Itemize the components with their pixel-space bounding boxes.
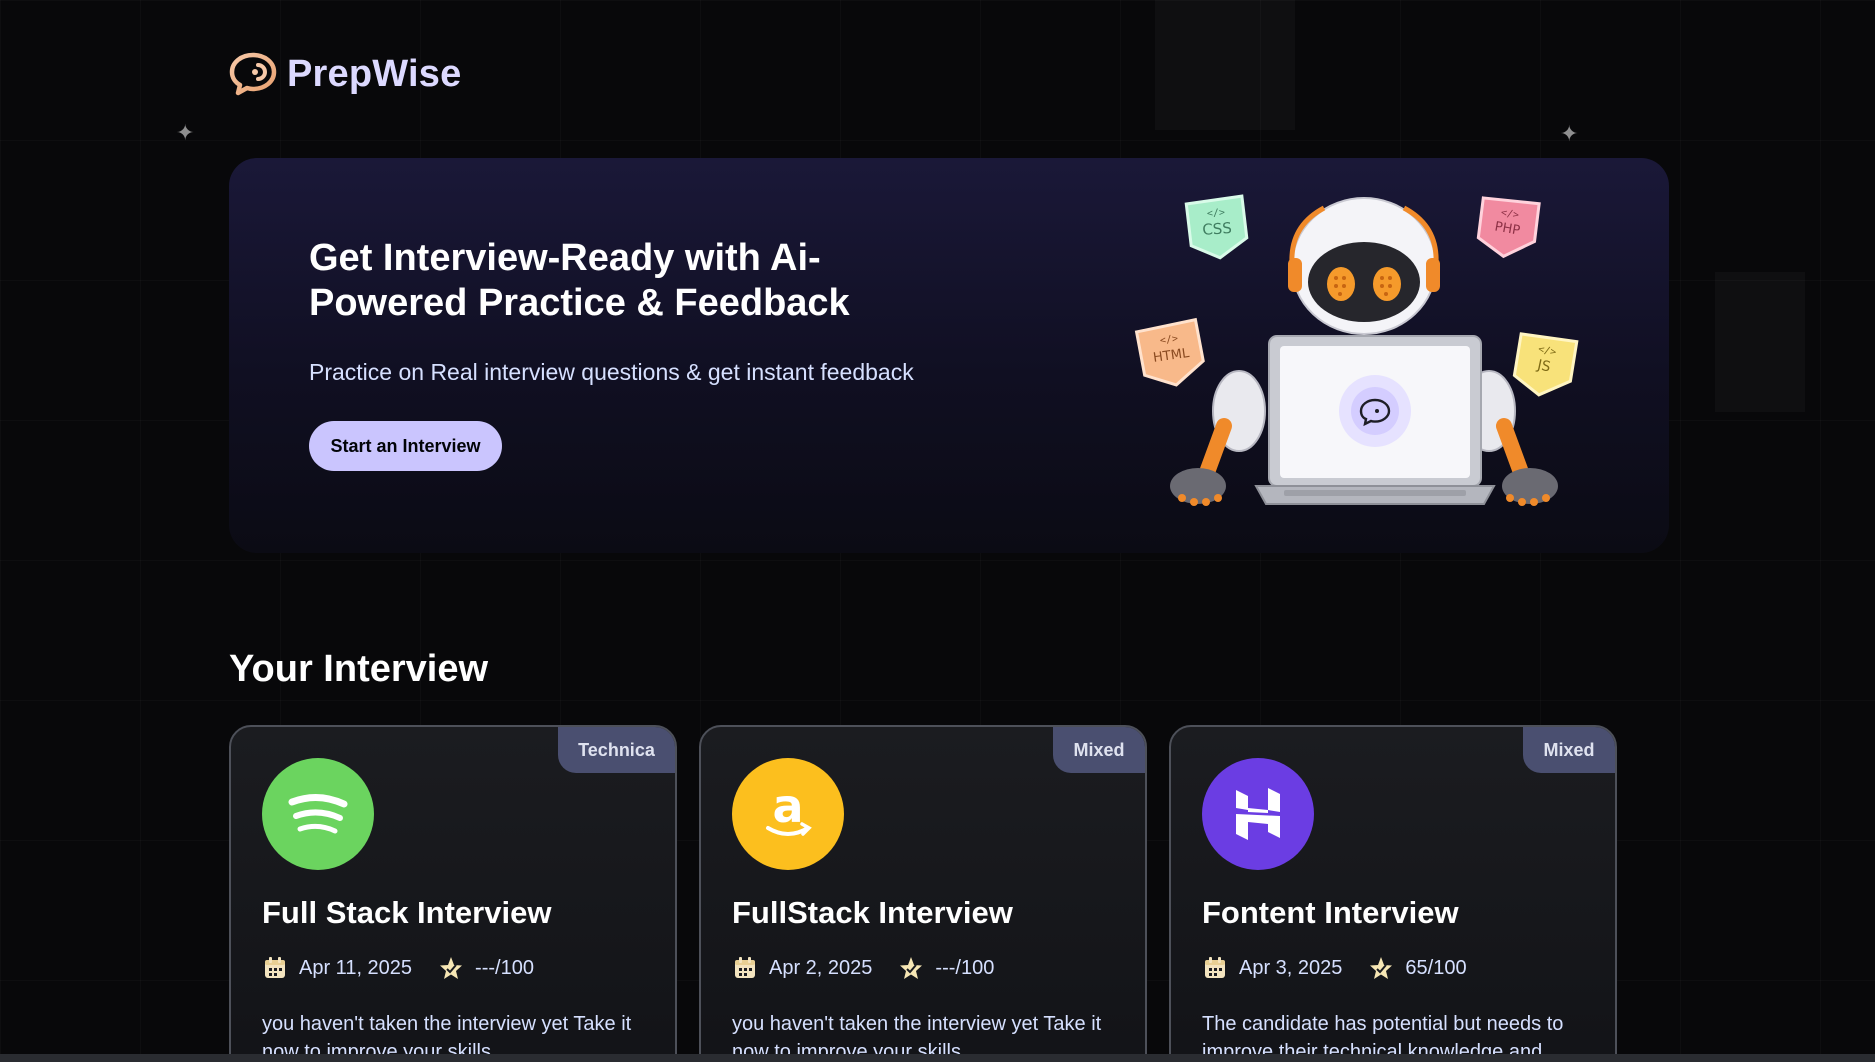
calendar-icon [735,957,755,978]
section-title: Your Interview [229,648,489,690]
window-bottom-edge [0,1054,1875,1062]
hero-subtitle: Practice on Real interview questions & g… [309,359,914,385]
calendar-icon [1205,957,1225,978]
css-badge-icon: </> CSS [1184,194,1249,260]
interview-score: ---/100 [475,956,534,979]
svg-text:a: a [772,782,803,833]
html-badge-icon: </> HTML [1134,317,1205,387]
sparkle-icon: ✦ [176,120,195,145]
css-badge-label: CSS [1202,219,1233,239]
calendar-icon [265,957,285,978]
robot-illustration: </> CSS </> PHP </> HTML </> JS [1134,194,1579,506]
interview-title: FullStack Interview [732,895,1013,930]
interview-date: Apr 3, 2025 [1239,956,1343,979]
brand-logo-link[interactable]: PrepWise [229,52,461,96]
interview-title: Full Stack Interview [262,895,552,930]
interview-type-badge: Technica [558,727,675,773]
php-badge-icon: </> PHP [1476,196,1541,259]
star-icon [1370,957,1393,979]
interview-date: Apr 2, 2025 [769,956,873,979]
interview-score: ---/100 [935,956,995,979]
interview-card[interactable]: Mixed Fontent Interview Apr 3, 2025 65/1… [1169,725,1617,1062]
page: ✦ ✦ PrepWise Get Interview-Ready with Ai… [0,0,1875,1062]
amazon-logo-icon: a [732,758,844,870]
js-badge-icon: </> JS [1512,332,1579,397]
interview-type-badge: Mixed [1523,727,1615,773]
svg-text:</>: </> [1207,207,1226,219]
background-tile [1155,0,1295,130]
interview-score: 65/100 [1405,956,1467,979]
interview-meta: Apr 2, 2025 ---/100 [732,955,994,981]
logo-icon [229,52,277,96]
hero-banner: Get Interview-Ready with Ai-Powered Prac… [229,158,1669,553]
interview-meta: Apr 3, 2025 65/100 [1202,955,1467,981]
hostinger-logo-icon [1202,758,1314,870]
interview-card[interactable]: Mixed a FullStack Interview Apr 2, 2025 [699,725,1147,1062]
interview-meta: Apr 11, 2025 ---/100 [262,955,534,981]
hero-title: Get Interview-Ready with Ai-Powered Prac… [309,237,850,324]
star-icon [900,957,923,979]
sparkle-icon: ✦ [1560,121,1579,146]
interview-type-badge: Mixed [1053,727,1145,773]
start-interview-button[interactable]: Start an Interview [309,421,502,471]
interview-card[interactable]: Technica Full Stack Interview Apr 11, 20… [229,725,677,1062]
star-icon [440,957,463,979]
interview-title: Fontent Interview [1202,895,1459,930]
background-tile [1715,272,1805,412]
brand-name: PrepWise [287,52,462,95]
interview-date: Apr 11, 2025 [299,956,413,979]
spotify-logo-icon [262,758,374,870]
